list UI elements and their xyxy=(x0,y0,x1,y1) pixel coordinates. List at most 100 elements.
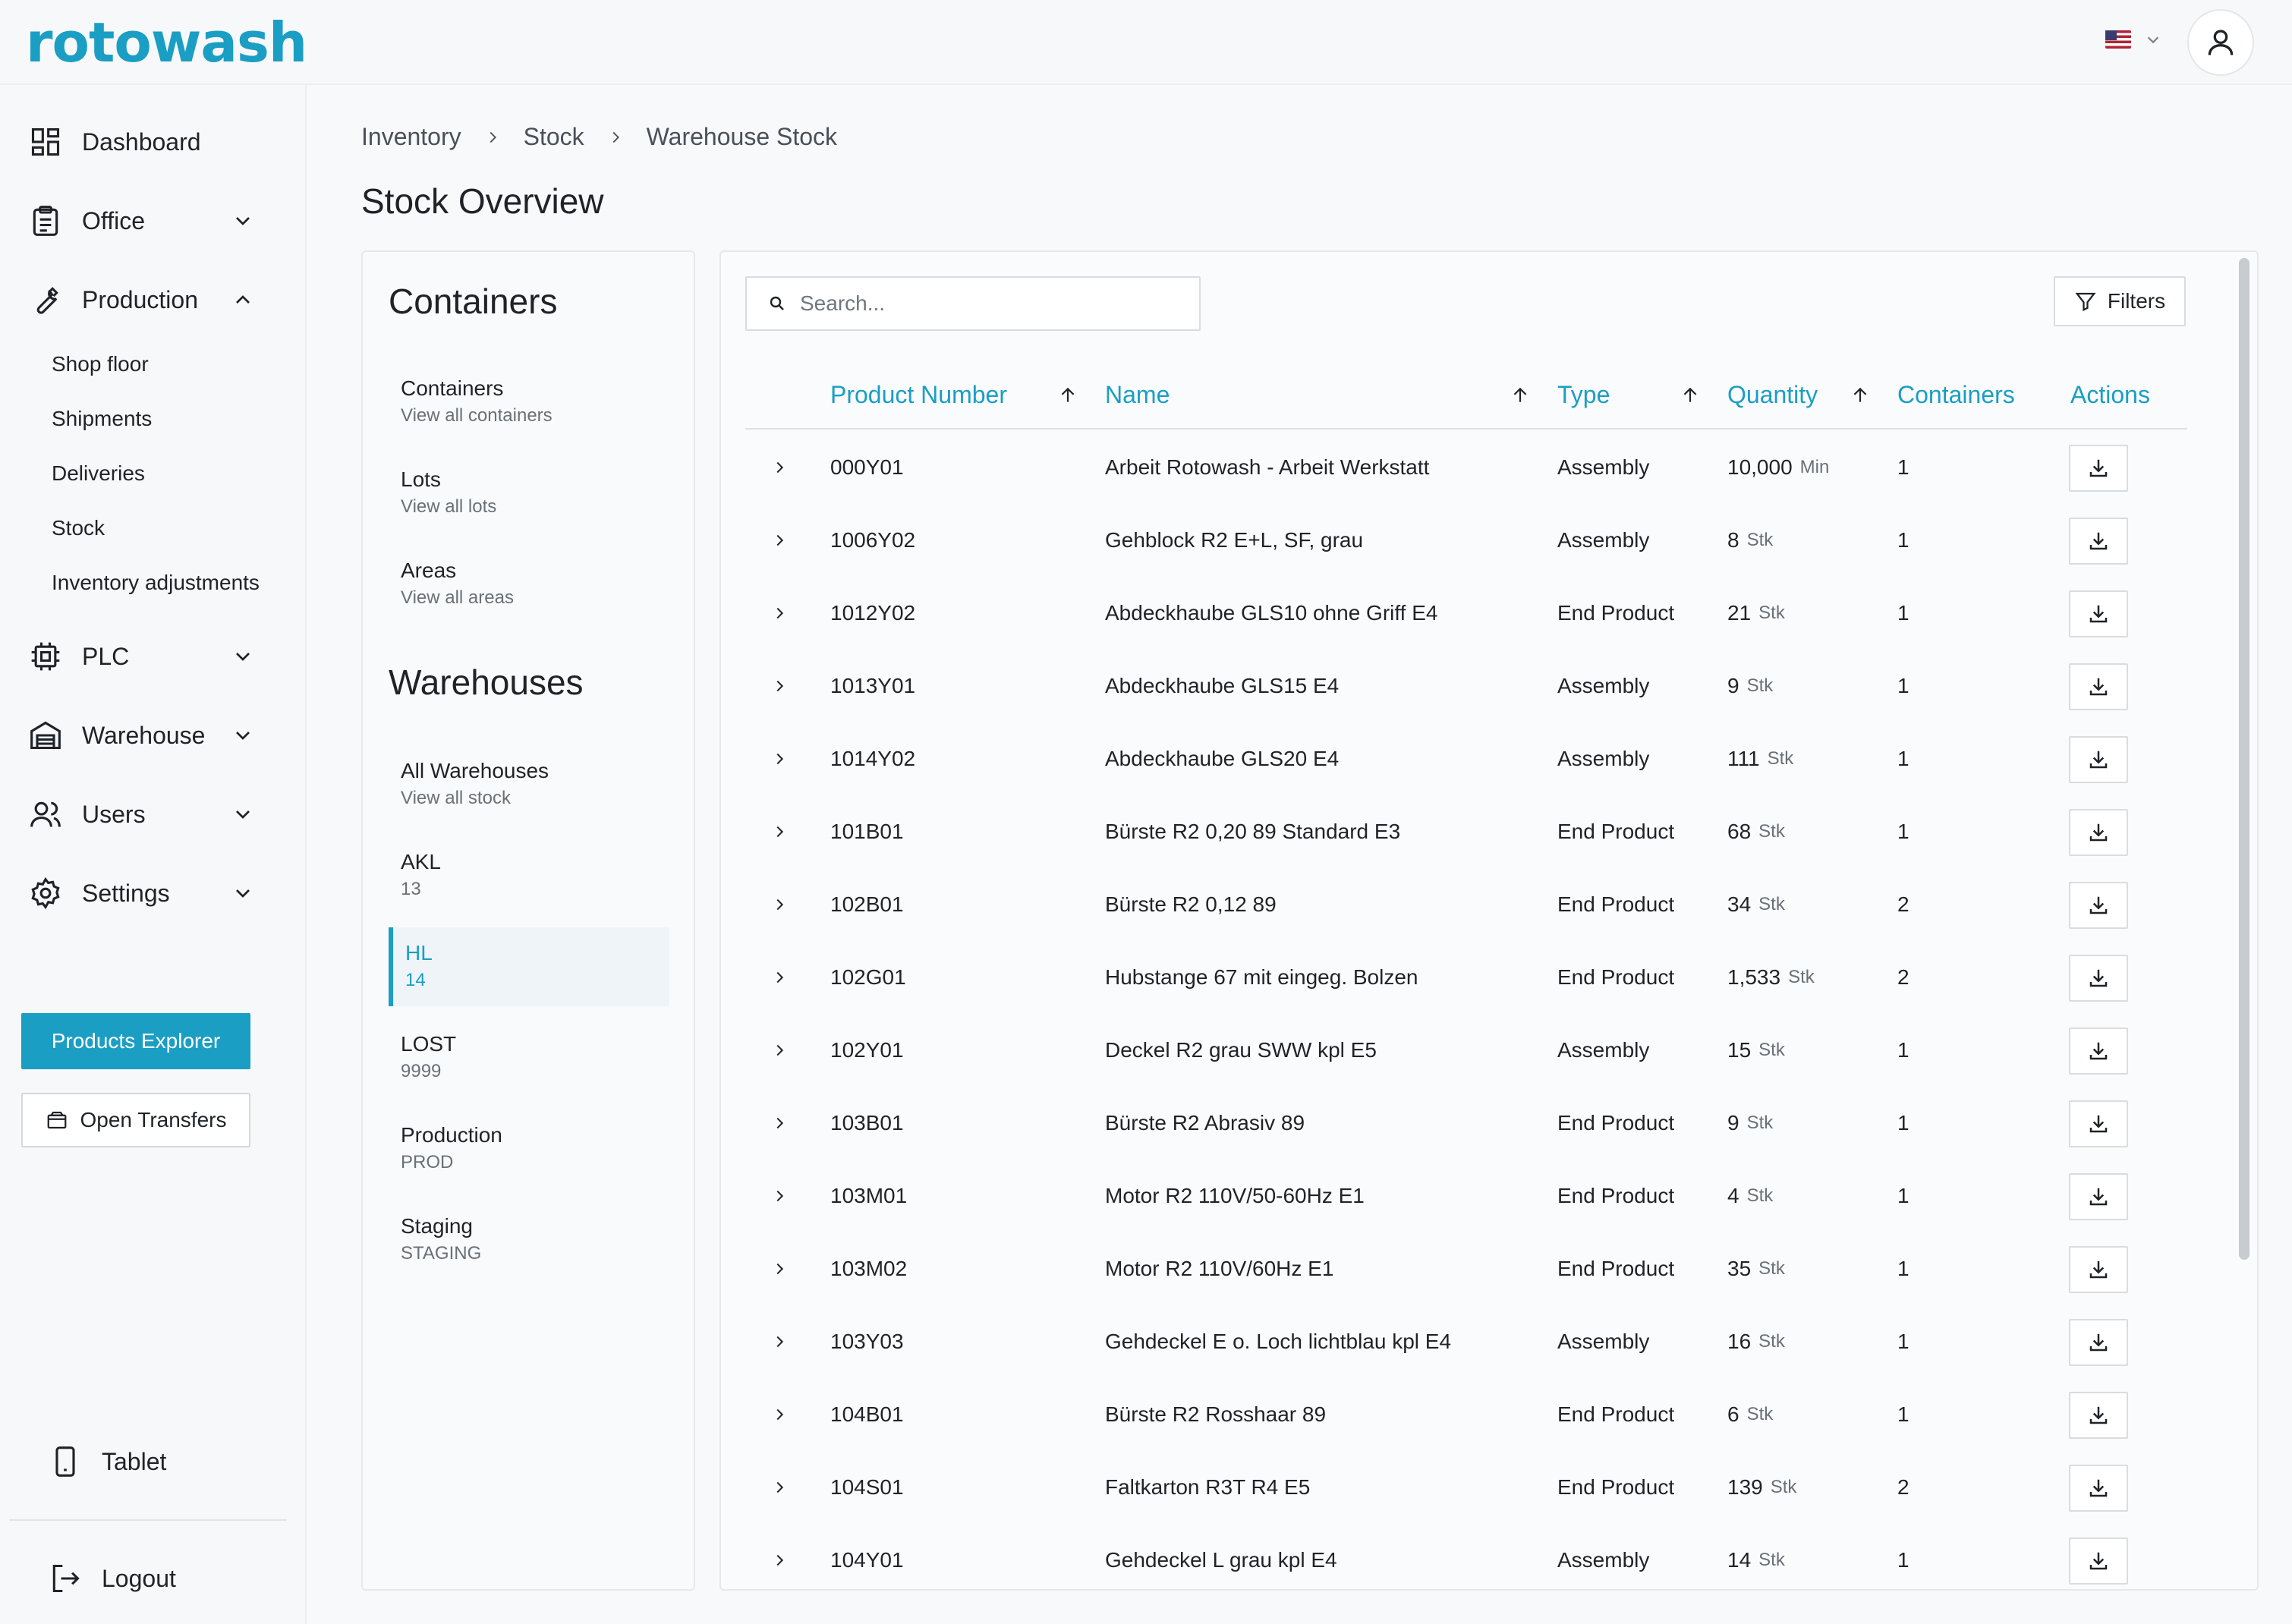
table-row[interactable]: 1013Y01 Abdeckhaube GLS15 E4 Assembly 9 Stk 1 xyxy=(721,650,2231,722)
panel-item-areas[interactable]: Areas View all areas xyxy=(401,559,514,609)
download-button[interactable] xyxy=(2069,1537,2128,1585)
download-button[interactable] xyxy=(2069,1465,2128,1512)
table-row[interactable]: 103M02 Motor R2 110V/60Hz E1 End Product 35… xyxy=(721,1232,2231,1305)
vertical-scrollbar[interactable] xyxy=(2239,258,2249,1260)
column-header-containers[interactable]: Containers xyxy=(1897,381,2015,409)
column-header-name[interactable]: Name xyxy=(1105,381,1170,409)
chevron-right-icon[interactable] xyxy=(768,1451,791,1524)
chevron-right-icon[interactable] xyxy=(768,577,791,650)
user-menu-button[interactable] xyxy=(2187,9,2254,76)
download-button[interactable] xyxy=(2069,1319,2128,1366)
chevron-right-icon[interactable] xyxy=(768,1232,791,1305)
warehouse-item-staging[interactable]: Staging STAGING xyxy=(401,1214,481,1264)
download-button[interactable] xyxy=(2069,1392,2128,1439)
download-button[interactable] xyxy=(2069,1100,2128,1147)
nav-plc[interactable]: PLC xyxy=(27,634,255,679)
language-selector[interactable] xyxy=(2105,30,2161,49)
warehouse-item-production[interactable]: Production PROD xyxy=(401,1123,502,1173)
quantity-value: 9 xyxy=(1727,674,1739,697)
table-row[interactable]: 102Y01 Deckel R2 grau SWW kpl E5 Assembly 1… xyxy=(721,1014,2231,1087)
chevron-right-icon[interactable] xyxy=(768,941,791,1014)
download-button[interactable] xyxy=(2069,445,2128,492)
sort-arrow-up-icon[interactable] xyxy=(1510,386,1530,405)
table-row[interactable]: 1014Y02 Abdeckhaube GLS20 E4 Assembly 111 St… xyxy=(721,722,2231,795)
nav-users[interactable]: Users xyxy=(27,792,255,837)
chevron-right-icon[interactable] xyxy=(768,1014,791,1087)
chevron-right-icon[interactable] xyxy=(768,795,791,868)
download-button[interactable] xyxy=(2069,882,2128,929)
table-row[interactable]: 104Y01 Gehdeckel L grau kpl E4 Assembly 14 S… xyxy=(721,1524,2231,1589)
download-icon xyxy=(2089,751,2108,769)
cell-type: Assembly xyxy=(1557,528,1650,552)
warehouse-item-all[interactable]: All Warehouses View all stock xyxy=(401,759,549,809)
nav-settings[interactable]: Settings xyxy=(27,870,255,916)
nav-office[interactable]: Office xyxy=(27,198,255,244)
download-button[interactable] xyxy=(2069,1028,2128,1075)
panel-item-containers[interactable]: Containers View all containers xyxy=(401,376,553,426)
chevron-right-icon[interactable] xyxy=(768,504,791,577)
chevron-right-icon[interactable] xyxy=(768,1160,791,1232)
table-row[interactable]: 102B01 Bürste R2 0,12 89 End Product 34 Stk 2 xyxy=(721,868,2231,941)
table-row[interactable]: 1012Y02 Abdeckhaube GLS10 ohne Griff E4 En… xyxy=(721,577,2231,650)
download-icon xyxy=(2089,459,2108,477)
table-row[interactable]: 104S01 Faltkarton R3T R4 E5 End Product 139… xyxy=(721,1451,2231,1524)
quantity-unit: Stk xyxy=(1746,1185,1774,1206)
products-explorer-button[interactable]: Products Explorer xyxy=(21,1013,250,1069)
column-header-type[interactable]: Type xyxy=(1557,381,1610,409)
warehouse-item-akl[interactable]: AKL 13 xyxy=(401,850,441,900)
table-row[interactable]: 1006Y02 Gehblock R2 E+L, SF, grau Assembly… xyxy=(721,504,2231,577)
chevron-right-icon[interactable] xyxy=(768,1378,791,1451)
download-button[interactable] xyxy=(2069,955,2128,1002)
breadcrumb-inventory[interactable]: Inventory xyxy=(361,123,461,151)
nav-shop-floor[interactable]: Shop floor xyxy=(52,352,149,376)
download-button[interactable] xyxy=(2069,1246,2128,1293)
filters-button[interactable]: Filters xyxy=(2054,276,2186,326)
chevron-right-icon[interactable] xyxy=(768,650,791,722)
nav-shipments[interactable]: Shipments xyxy=(52,407,152,431)
nav-logout[interactable]: Logout xyxy=(47,1556,275,1601)
chevron-right-icon[interactable] xyxy=(768,1305,791,1378)
sort-arrow-up-icon[interactable] xyxy=(1850,386,1870,405)
warehouse-item-hl[interactable]: HL 14 xyxy=(405,941,433,991)
chevron-right-icon[interactable] xyxy=(768,1524,791,1589)
nav-inventory-adjustments[interactable]: Inventory adjustments xyxy=(52,571,260,595)
table-row[interactable]: 102G01 Hubstange 67 mit eingeg. Bolzen End… xyxy=(721,941,2231,1014)
chevron-right-icon[interactable] xyxy=(768,1087,791,1160)
table-row[interactable]: 103Y03 Gehdeckel E o. Loch lichtblau kpl … xyxy=(721,1305,2231,1378)
table-row[interactable]: 000Y01 Arbeit Rotowash - Arbeit Werkstatt… xyxy=(721,431,2231,504)
search-box[interactable] xyxy=(745,276,1201,331)
table-row[interactable]: 103M01 Motor R2 110V/50-60Hz E1 End Produc… xyxy=(721,1160,2231,1232)
download-button[interactable] xyxy=(2069,736,2128,783)
nav-deliveries[interactable]: Deliveries xyxy=(52,461,145,486)
nav-warehouse[interactable]: Warehouse xyxy=(27,713,255,758)
nav-dashboard[interactable]: Dashboard xyxy=(27,119,255,165)
download-button[interactable] xyxy=(2069,518,2128,565)
table-row[interactable]: 103B01 Bürste R2 Abrasiv 89 End Product 9 St… xyxy=(721,1087,2231,1160)
download-button[interactable] xyxy=(2069,663,2128,710)
chevron-right-icon[interactable] xyxy=(768,722,791,795)
column-header-product-number[interactable]: Product Number xyxy=(830,381,1007,409)
warehouse-item-lost[interactable]: LOST 9999 xyxy=(401,1032,456,1082)
table-row[interactable]: 101B01 Bürste R2 0,20 89 Standard E3 End P… xyxy=(721,795,2231,868)
sort-arrow-up-icon[interactable] xyxy=(1058,386,1078,405)
open-transfers-button[interactable]: Open Transfers xyxy=(21,1093,250,1147)
download-button[interactable] xyxy=(2069,590,2128,637)
column-header-quantity[interactable]: Quantity xyxy=(1727,381,1818,409)
panel-item-lots[interactable]: Lots View all lots xyxy=(401,467,496,518)
chevron-right-icon[interactable] xyxy=(768,431,791,504)
cell-name: Gehdeckel E o. Loch lichtblau kpl E4 xyxy=(1105,1330,1452,1353)
breadcrumb-stock[interactable]: Stock xyxy=(524,123,584,151)
nav-stock[interactable]: Stock xyxy=(52,516,105,540)
chevron-down-icon xyxy=(236,653,250,661)
table-row[interactable]: 104B01 Bürste R2 Rosshaar 89 End Product 6 S… xyxy=(721,1378,2231,1451)
download-button[interactable] xyxy=(2069,1173,2128,1220)
nav-tablet[interactable]: Tablet xyxy=(47,1439,275,1484)
app-logo[interactable]: rotowash xyxy=(26,11,307,74)
quantity-unit: Min xyxy=(1799,457,1830,477)
search-input[interactable] xyxy=(800,291,1195,316)
chevron-right-icon[interactable] xyxy=(768,868,791,941)
quantity-value: 21 xyxy=(1727,601,1752,625)
sort-arrow-up-icon[interactable] xyxy=(1680,386,1700,405)
nav-production[interactable]: Production xyxy=(27,277,255,323)
download-button[interactable] xyxy=(2069,809,2128,856)
